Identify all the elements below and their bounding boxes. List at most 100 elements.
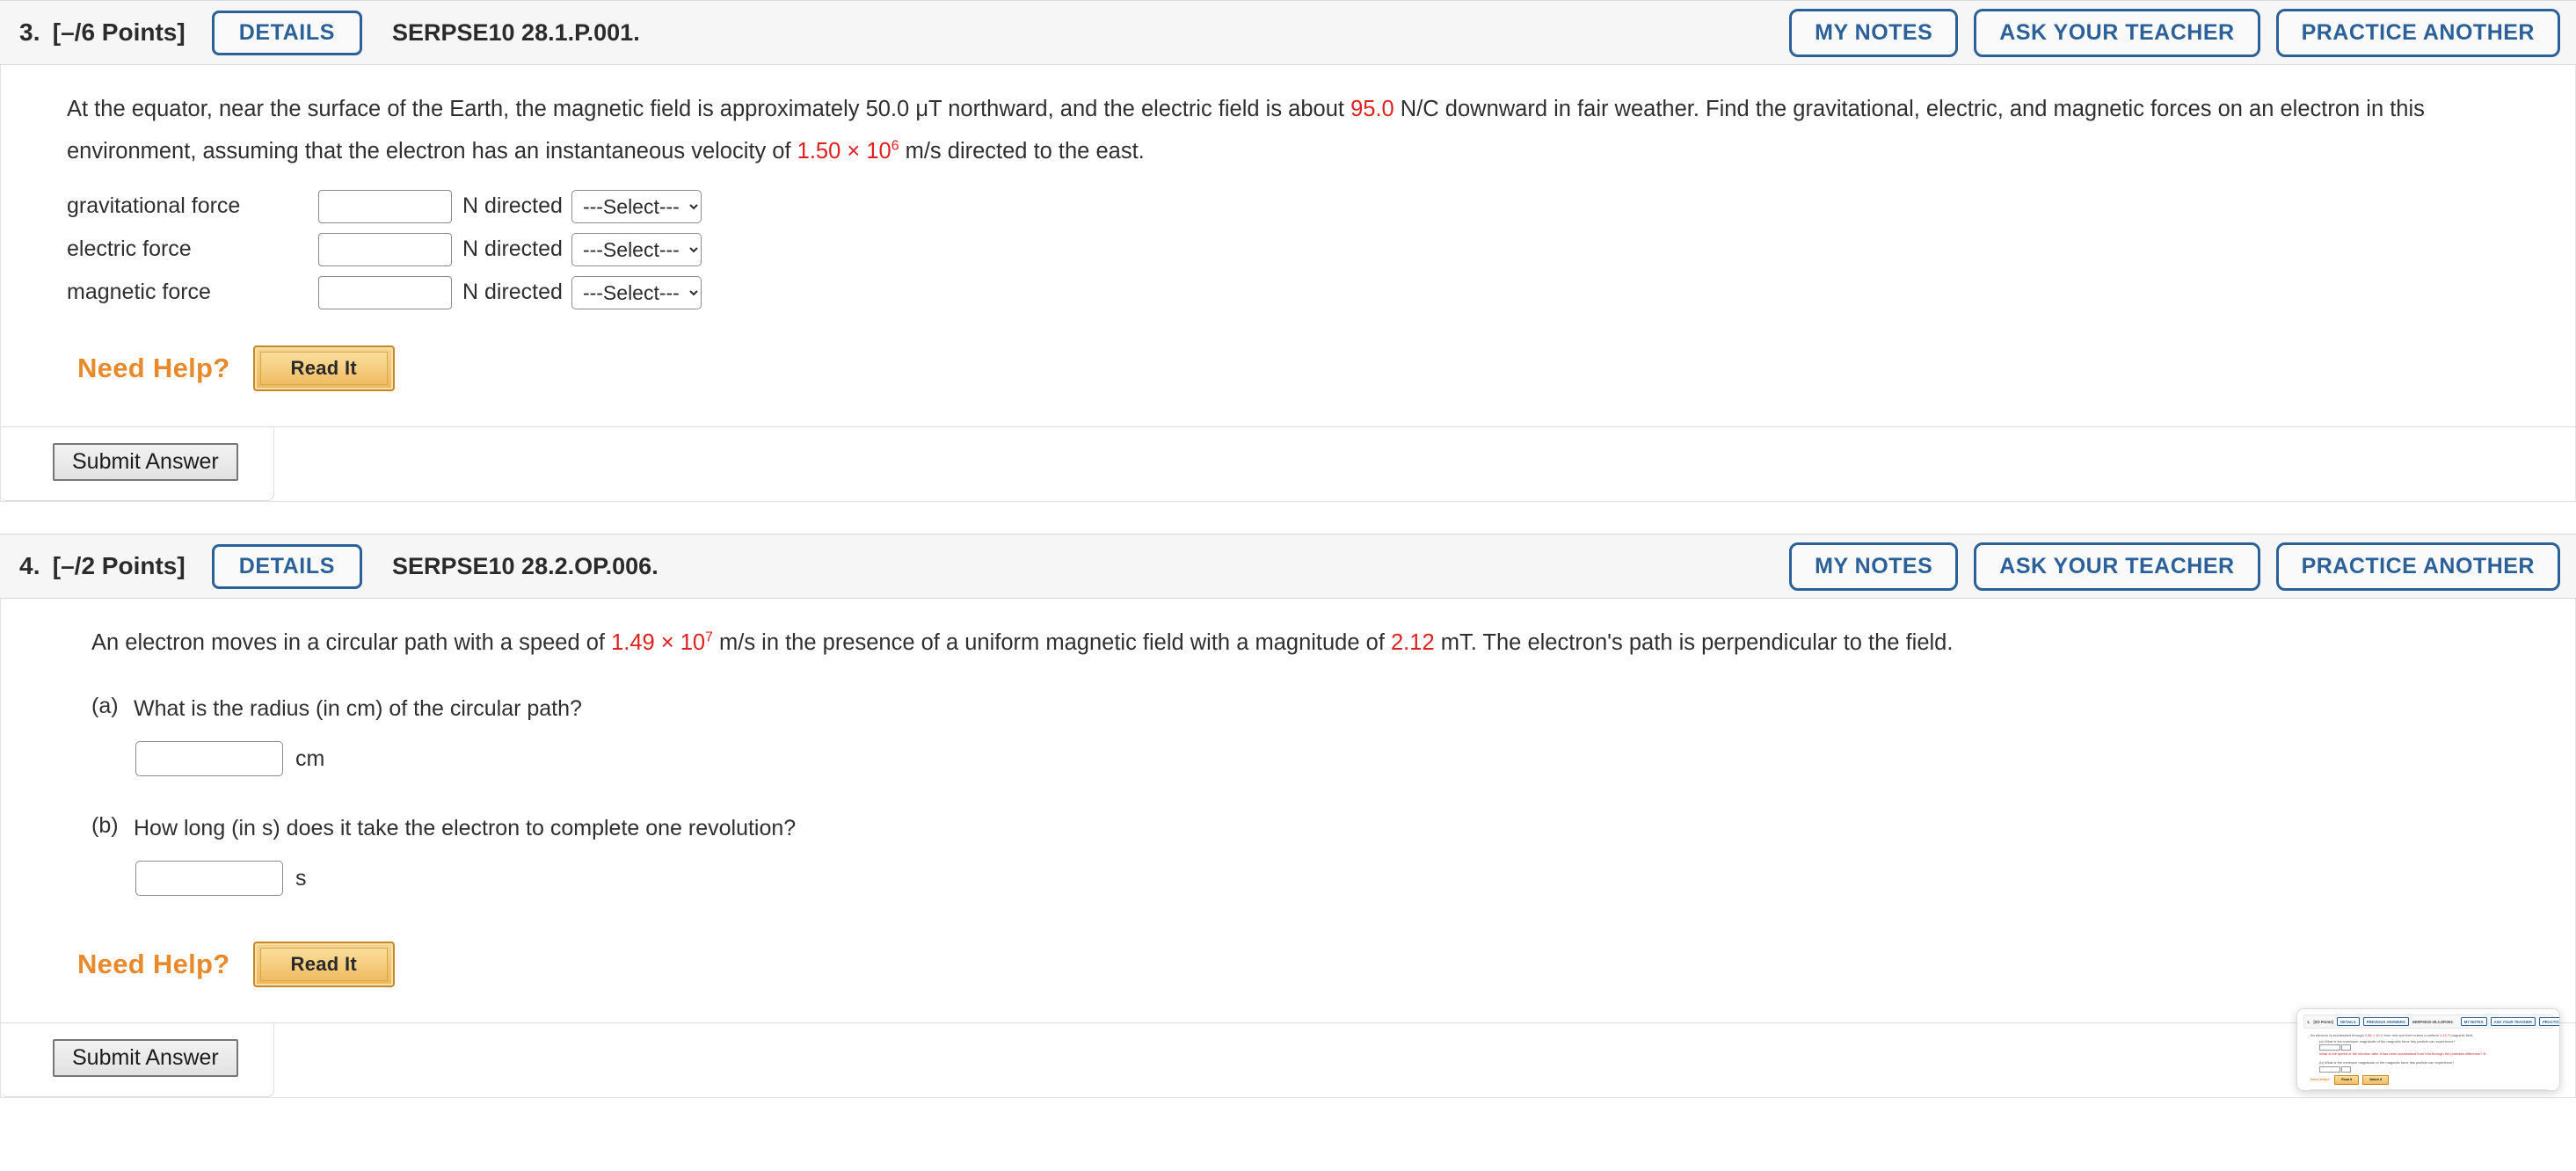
electric-force-input[interactable]	[318, 232, 452, 266]
question-code-3: SERPSE10 28.1.P.001.	[391, 18, 640, 46]
preview-practice-another-button[interactable]: PRACTICE ANOTHER	[2538, 1017, 2559, 1026]
read-it-button-4[interactable]: Read It	[252, 942, 395, 987]
part-a-unit: cm	[295, 746, 325, 771]
question-header-4: 4. [–/2 Points] DETAILS SERPSE10 28.2.OP…	[0, 534, 2576, 599]
force-row-gravitational: gravitational force N directed ---Select…	[67, 185, 2540, 228]
submit-box-3: Submit Answer	[0, 427, 274, 501]
submit-band-3: Submit Answer	[0, 426, 2575, 501]
need-help-section-3: Need Help? Read It	[67, 345, 2540, 391]
assignment-page: 3. [–/6 Points] DETAILS SERPSE10 28.1.P.…	[0, 0, 2576, 1098]
preview-part-a-select[interactable]	[2341, 1044, 2352, 1051]
part-a-answer-input[interactable]	[135, 741, 283, 776]
stem-value-velocity-mantissa: 1.50 × 10	[797, 139, 891, 164]
force-row-magnetic: magnetic force N directed ---Select---	[67, 271, 2540, 314]
preview-number: 1.	[2307, 1019, 2310, 1024]
preview-details-button[interactable]: DETAILS	[2337, 1017, 2360, 1026]
question-body-3: At the equator, near the surface of the …	[0, 65, 2576, 502]
card-gap	[0, 502, 2576, 534]
question-body-inner-3: At the equator, near the surface of the …	[1, 65, 2575, 400]
preview-part-b: (b) What is the minimum magnitude of the…	[2319, 1060, 2455, 1066]
header-actions-4: MY NOTES ASK YOUR TEACHER PRACTICE ANOTH…	[1789, 542, 2560, 591]
stem4-value-speed-exponent: 7	[705, 629, 713, 645]
submit-band-4: Submit Answer	[0, 1022, 2575, 1097]
submit-box-4: Submit Answer	[0, 1023, 274, 1097]
preview-points: [0/2 Points]	[2313, 1019, 2334, 1024]
stem-value-electric-field: 95.0	[1350, 97, 1394, 121]
preview-my-notes-button[interactable]: MY NOTES	[2460, 1017, 2487, 1026]
preview-body: An electron is accelerated through 1.55 …	[2303, 1029, 2553, 1090]
stem-value-velocity-exponent: 6	[891, 138, 899, 154]
force-label-electric: electric force	[67, 236, 192, 261]
submit-answer-button-3[interactable]: Submit Answer	[53, 443, 238, 481]
need-help-label-3: Need Help?	[77, 353, 230, 383]
read-it-button-3[interactable]: Read It	[252, 345, 395, 391]
stem-text-part-1: At the equator, near the surface of the …	[67, 97, 916, 121]
part-b-question: How long (in s) does it take the electro…	[134, 816, 797, 840]
preview-read-it-button[interactable]: Read It	[2334, 1074, 2360, 1085]
force-answer-rows: gravitational force N directed ---Select…	[67, 185, 2540, 314]
preview-stem-part-3: magnetic field.	[2449, 1033, 2474, 1037]
question-code-4: SERPSE10 28.2.OP.006.	[391, 552, 659, 579]
my-notes-button-3[interactable]: MY NOTES	[1789, 8, 1959, 57]
preview-part-a-input[interactable]	[2319, 1044, 2340, 1051]
preview-stem-value-1: 1.55 × 10	[2364, 1033, 2380, 1037]
stem4-text-part-1: An electron moves in a circular path wit…	[91, 630, 612, 655]
preview-part-b-answer-row	[2310, 1066, 2548, 1073]
preview-need-help-row: Need Help? Read It Watch It	[2310, 1074, 2548, 1085]
question-stem-3: At the equator, near the surface of the …	[67, 88, 2520, 172]
question-stem-4: An electron moves in a circular path wit…	[67, 622, 2540, 664]
preview-stem-part-1: An electron is accelerated through	[2310, 1033, 2365, 1037]
preview-ask-your-teacher-button[interactable]: ASK YOUR TEACHER	[2490, 1017, 2536, 1026]
preview-stem-part-2: V from rest and then enters a uniform	[2379, 1033, 2441, 1037]
details-button-3[interactable]: DETAILS	[211, 10, 362, 55]
part-b-answer-row: s	[134, 861, 2540, 896]
preview-header: 1. [0/2 Points] DETAILS PREVIOUS ANSWERS…	[2303, 1015, 2559, 1029]
part-b-main: How long (in s) does it take the electro…	[134, 813, 2540, 896]
gravitational-force-input[interactable]	[318, 189, 452, 223]
part-a-question: What is the radius (in cm) of the circul…	[134, 696, 582, 721]
question-number-3: 3.	[19, 18, 40, 46]
preview-previous-answers-button[interactable]: PREVIOUS ANSWERS	[2362, 1017, 2409, 1026]
stem4-value-magnetic-field: 2.12	[1391, 630, 1435, 655]
practice-another-button-3[interactable]: PRACTICE ANOTHER	[2275, 8, 2560, 57]
magnetic-force-direction-select[interactable]: ---Select---	[571, 275, 702, 309]
preview-need-help-label: Need Help?	[2310, 1076, 2331, 1081]
question-card-3: 3. [–/6 Points] DETAILS SERPSE10 28.1.P.…	[0, 0, 2576, 502]
read-it-button-label-3: Read It	[259, 352, 388, 385]
magnetic-force-input[interactable]	[318, 275, 452, 309]
question-number-4: 4.	[19, 552, 40, 579]
stem-text-part-2: northward, and the electric field is abo…	[942, 97, 1351, 121]
stem4-text-part-2: m/s in the presence of a uniform magneti…	[712, 630, 1391, 655]
magnetic-force-unit: N directed	[462, 280, 563, 304]
part-b: (b) How long (in s) does it take the ele…	[67, 813, 2540, 896]
electric-force-unit: N directed	[462, 236, 563, 261]
question-card-4: 4. [–/2 Points] DETAILS SERPSE10 28.2.OP…	[0, 534, 2576, 1098]
question-preview-popup[interactable]: 1. [0/2 Points] DETAILS PREVIOUS ANSWERS…	[2296, 1008, 2560, 1091]
preview-part-b-input[interactable]	[2319, 1066, 2340, 1073]
part-a-tag: (a)	[91, 694, 119, 718]
submit-answer-button-4[interactable]: Submit Answer	[53, 1039, 238, 1077]
my-notes-button-4[interactable]: MY NOTES	[1789, 542, 1959, 591]
preview-watch-it-button[interactable]: Watch It	[2362, 1074, 2390, 1085]
header-actions-3: MY NOTES ASK YOUR TEACHER PRACTICE ANOTH…	[1789, 8, 2560, 57]
question-points-3: [–/6 Points]	[52, 18, 186, 46]
preview-stem-value-2: 1.10 T	[2440, 1033, 2450, 1037]
force-label-magnetic: magnetic force	[67, 280, 211, 304]
read-it-button-label-4: Read It	[259, 948, 388, 981]
practice-another-button-4[interactable]: PRACTICE ANOTHER	[2275, 542, 2560, 591]
need-help-section-4: Need Help? Read It	[67, 942, 2540, 987]
stem-text-part-4: m/s directed to the east.	[899, 139, 1145, 164]
part-a: (a) What is the radius (in cm) of the ci…	[67, 694, 2540, 776]
part-b-answer-input[interactable]	[135, 861, 283, 896]
need-help-label-4: Need Help?	[77, 949, 230, 979]
details-button-4[interactable]: DETAILS	[211, 543, 362, 589]
preview-feedback: What is the speed of the electron after …	[2319, 1051, 2486, 1057]
preview-part-b-select[interactable]	[2341, 1066, 2352, 1073]
question-body-inner-4: An electron moves in a circular path wit…	[1, 599, 2575, 996]
gravitational-force-direction-select[interactable]: ---Select---	[571, 189, 702, 223]
preview-part-a-answer-row	[2310, 1044, 2548, 1051]
ask-your-teacher-button-3[interactable]: ASK YOUR TEACHER	[1974, 8, 2260, 57]
ask-your-teacher-button-4[interactable]: ASK YOUR TEACHER	[1974, 542, 2260, 591]
electric-force-direction-select[interactable]: ---Select---	[571, 232, 702, 266]
preview-stem: An electron is accelerated through 1.55 …	[2310, 1032, 2548, 1038]
